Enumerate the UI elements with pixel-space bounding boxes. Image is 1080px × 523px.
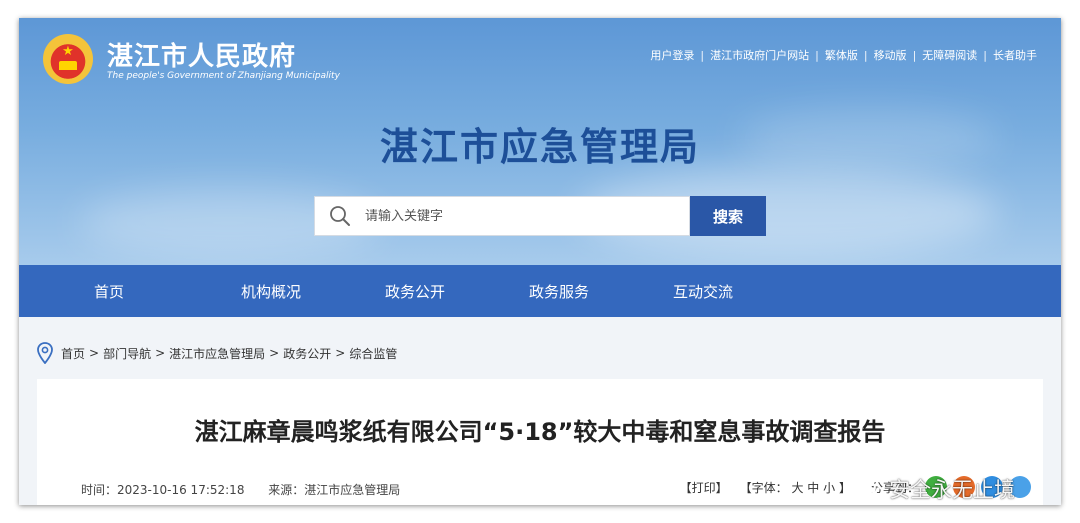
- breadcrumb-government-affairs[interactable]: 政务公开: [283, 345, 331, 362]
- location-pin-icon: [37, 342, 53, 364]
- font-size-small[interactable]: 小: [823, 481, 835, 495]
- font-size-selector: 【字体： 大 中 小 】: [740, 479, 851, 496]
- publish-time: 时间：2023-10-16 17:52:18: [81, 483, 245, 497]
- wechat-channel-icon: [856, 479, 883, 498]
- search-box: [314, 196, 690, 236]
- breadcrumb-separator: >: [155, 346, 166, 360]
- accessibility-link[interactable]: 无障碍阅读: [922, 47, 977, 63]
- bureau-title: 湛江市应急管理局: [379, 125, 700, 169]
- main-nav: 首页 机构概况 政务公开 政务服务 互动交流: [19, 265, 1061, 317]
- link-divider: |: [815, 48, 819, 62]
- link-divider: |: [912, 48, 917, 62]
- breadcrumb-separator: >: [89, 346, 100, 360]
- site-header: ★ 湛江市人民政府 The people's Government of Zha…: [19, 18, 1061, 265]
- nav-item-home[interactable]: 首页: [19, 281, 199, 302]
- watermark-text: 安全永无止境: [889, 478, 1015, 502]
- font-size-label: 【字体：: [739, 480, 788, 495]
- article-source: 来源：湛江市应急管理局: [268, 483, 401, 497]
- nav-item-services[interactable]: 政务服务: [487, 281, 631, 302]
- nav-item-interaction[interactable]: 互动交流: [631, 281, 775, 302]
- breadcrumb-department-nav[interactable]: 部门导航: [103, 345, 151, 362]
- elder-assistant-link[interactable]: 长者助手: [993, 47, 1037, 63]
- watermark: 安全永无止境: [855, 474, 1015, 504]
- search-bar: 搜索: [314, 196, 766, 236]
- nav-item-organization[interactable]: 机构概况: [199, 281, 343, 302]
- search-input[interactable]: [365, 208, 665, 224]
- font-size-medium[interactable]: 中: [807, 481, 819, 495]
- national-emblem-icon: ★: [43, 34, 93, 84]
- breadcrumb-supervision[interactable]: 综合监管: [349, 345, 397, 362]
- breadcrumb: 首页 > 部门导航 > 湛江市应急管理局 > 政务公开 > 综合监管: [37, 342, 397, 364]
- mobile-version-link[interactable]: 移动版: [874, 47, 907, 63]
- link-divider: |: [983, 48, 987, 62]
- magnifier-icon: [330, 206, 350, 226]
- government-name-english: The people's Government of Zhanjiang Mun…: [107, 71, 340, 81]
- article-title: 湛江麻章晨鸣浆纸有限公司“5·18”较大中毒和窒息事故调查报告: [194, 418, 886, 446]
- breadcrumb-bureau[interactable]: 湛江市应急管理局: [169, 345, 265, 362]
- traditional-chinese-link[interactable]: 繁体版: [825, 47, 858, 63]
- breadcrumb-separator: >: [269, 346, 280, 360]
- breadcrumb-separator: >: [335, 346, 346, 360]
- nav-item-government-affairs[interactable]: 政务公开: [343, 281, 487, 302]
- article-meta: 时间：2023-10-16 17:52:18 来源：湛江市应急管理局: [81, 481, 400, 498]
- link-divider: |: [700, 48, 705, 62]
- browser-viewport: ★ 湛江市人民政府 The people's Government of Zha…: [19, 18, 1061, 505]
- font-size-close: 】: [838, 480, 851, 495]
- link-divider: |: [863, 48, 868, 62]
- top-links: 用户登录 | 湛江市政府门户网站 | 繁体版 | 移动版 | 无障碍阅读 | 长…: [650, 47, 1037, 63]
- login-link[interactable]: 用户登录: [650, 47, 694, 63]
- font-size-large[interactable]: 大: [791, 481, 803, 495]
- portal-link[interactable]: 湛江市政府门户网站: [710, 47, 809, 63]
- government-name[interactable]: 湛江市人民政府: [107, 36, 296, 73]
- print-button[interactable]: 【打印】: [680, 479, 728, 496]
- breadcrumb-home[interactable]: 首页: [61, 345, 85, 362]
- search-button[interactable]: 搜索: [690, 196, 766, 236]
